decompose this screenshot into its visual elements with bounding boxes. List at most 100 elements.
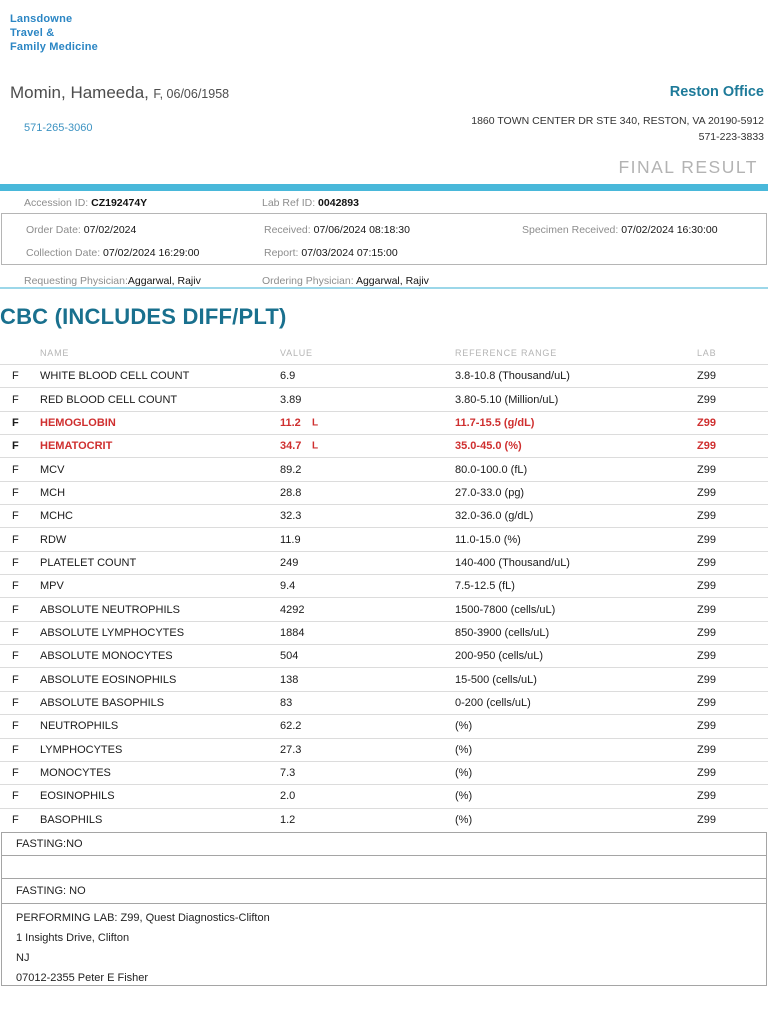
final-flag: F bbox=[12, 650, 19, 663]
lab-code: Z99 bbox=[697, 370, 716, 383]
results-table: NAME VALUE REFERENCE RANGE LAB F WHITE B… bbox=[0, 342, 768, 831]
lab-code: Z99 bbox=[697, 790, 716, 803]
test-value: 1884 bbox=[280, 626, 305, 639]
test-value: 62.2 bbox=[280, 720, 302, 733]
patient-header: Momin, Hameeda, F, 06/06/1958 bbox=[10, 83, 229, 103]
reference-range: (%) bbox=[455, 790, 473, 803]
office-block: Reston Office 1860 TOWN CENTER DR STE 34… bbox=[471, 84, 764, 143]
reference-range: 140-400 (Thousand/uL) bbox=[455, 556, 570, 569]
order-date-value: 07/02/2024 bbox=[83, 224, 137, 236]
logo-line-1: Lansdowne bbox=[10, 13, 73, 25]
lab-code: Z99 bbox=[697, 580, 716, 593]
collection-date: Collection Date: 07/02/2024 16:29:00 bbox=[26, 247, 199, 259]
order-date: Order Date: 07/02/2024 bbox=[26, 224, 136, 236]
lab-code: Z99 bbox=[697, 720, 716, 733]
ordering-physician: Ordering Physician: Aggarwal, Rajiv bbox=[262, 275, 429, 287]
table-row: F RED BLOOD CELL COUNT 3.89 3.80-5.10 (M… bbox=[0, 387, 768, 410]
col-header-range: REFERENCE RANGE bbox=[455, 348, 558, 358]
lab-code: Z99 bbox=[697, 767, 716, 780]
test-value: 32.3 bbox=[280, 510, 302, 523]
collection-date-value: 07/02/2024 16:29:00 bbox=[103, 247, 200, 259]
order-details-row-1: Order Date: 07/02/2024 Received: 07/06/2… bbox=[2, 221, 766, 236]
table-row: F RDW 11.9 11.0-15.0 (%) Z99 bbox=[0, 527, 768, 550]
results-header: NAME VALUE REFERENCE RANGE LAB bbox=[0, 342, 768, 364]
test-value: 89.2 bbox=[280, 463, 302, 476]
lab-code: Z99 bbox=[697, 486, 716, 499]
lab-code: Z99 bbox=[697, 626, 716, 639]
performing-lab-box: PERFORMING LAB: Z99, Quest Diagnostics-C… bbox=[1, 903, 767, 986]
test-name: HEMOGLOBIN bbox=[40, 416, 116, 429]
accession-id-value: CZ192474Y bbox=[91, 197, 148, 209]
performing-lab-line-3: NJ bbox=[16, 952, 30, 964]
test-name: ABSOLUTE LYMPHOCYTES bbox=[40, 626, 185, 639]
reference-range: 3.80-5.10 (Million/uL) bbox=[455, 393, 559, 406]
order-date-label: Order Date: bbox=[26, 224, 81, 236]
final-flag: F bbox=[12, 510, 19, 523]
table-row: F ABSOLUTE MONOCYTES 504 200-950 (cells/… bbox=[0, 644, 768, 667]
logo-line-3: Family Medicine bbox=[10, 41, 98, 53]
test-name: MCV bbox=[40, 463, 65, 476]
reference-range: (%) bbox=[455, 743, 473, 756]
table-row: F HEMOGLOBIN 11.2 L 11.7-15.5 (g/dL) Z99 bbox=[0, 410, 768, 434]
divider-bar bbox=[0, 184, 768, 191]
lab-code: Z99 bbox=[697, 673, 716, 686]
abnormal-flag: L bbox=[312, 417, 319, 429]
lab-code: Z99 bbox=[697, 556, 716, 569]
abnormal-flag: L bbox=[312, 440, 319, 452]
table-row: F ABSOLUTE EOSINOPHILS 138 15-500 (cells… bbox=[0, 667, 768, 690]
test-value: 504 bbox=[280, 650, 299, 663]
reference-range: 1500-7800 (cells/uL) bbox=[455, 603, 556, 616]
result-status: FINAL RESULT bbox=[618, 157, 758, 177]
reference-range: 32.0-36.0 (g/dL) bbox=[455, 510, 534, 523]
final-flag: F bbox=[12, 416, 19, 429]
reference-range: 11.0-15.0 (%) bbox=[455, 533, 521, 546]
final-flag: F bbox=[12, 767, 19, 780]
test-name: ABSOLUTE BASOPHILS bbox=[40, 696, 165, 709]
performing-lab-line-2: 1 Insights Drive, Clifton bbox=[16, 932, 130, 944]
requesting-physician-label: Requesting Physician: bbox=[24, 275, 128, 287]
physicians-row: Requesting Physician:Aggarwal, Rajiv Ord… bbox=[0, 272, 768, 288]
patient-phone: 571-265-3060 bbox=[24, 122, 93, 134]
test-value: 34.7 bbox=[280, 440, 302, 453]
fasting-note-box-2: FASTING: NO bbox=[1, 878, 767, 904]
table-row: F ABSOLUTE LYMPHOCYTES 1884 850-3900 (ce… bbox=[0, 620, 768, 644]
lab-code: Z99 bbox=[697, 440, 716, 453]
table-row: F BASOPHILS 1.2 (%) Z99 bbox=[0, 807, 768, 831]
patient-name: Momin, Hameeda, bbox=[10, 83, 149, 102]
final-flag: F bbox=[12, 533, 19, 546]
accession-row: Accession ID: CZ192474Y Lab Ref ID: 0042… bbox=[0, 194, 768, 212]
table-row: F EOSINOPHILS 2.0 (%) Z99 bbox=[0, 784, 768, 807]
office-address: 1860 TOWN CENTER DR STE 340, RESTON, VA … bbox=[471, 115, 764, 127]
test-value: 27.3 bbox=[280, 743, 302, 756]
test-value: 4292 bbox=[280, 603, 305, 616]
test-value: 138 bbox=[280, 673, 299, 686]
reference-range: (%) bbox=[455, 720, 473, 733]
received-label: Received: bbox=[264, 224, 311, 236]
final-flag: F bbox=[12, 486, 19, 499]
table-row: F MPV 9.4 7.5-12.5 (fL) Z99 bbox=[0, 574, 768, 597]
final-flag: F bbox=[12, 673, 19, 686]
requesting-physician-value: Aggarwal, Rajiv bbox=[127, 275, 201, 287]
patient-demographics: F, 06/06/1958 bbox=[153, 87, 230, 101]
lab-code: Z99 bbox=[697, 603, 716, 616]
clinic-logo: Lansdowne Travel & Family Medicine bbox=[10, 12, 98, 54]
final-flag: F bbox=[12, 603, 19, 616]
test-value: 7.3 bbox=[280, 767, 296, 780]
lab-code: Z99 bbox=[697, 416, 716, 429]
test-value: 3.89 bbox=[280, 393, 302, 406]
final-flag: F bbox=[12, 370, 19, 383]
test-value: 11.9 bbox=[280, 533, 301, 546]
accession-id: Accession ID: CZ192474Y bbox=[24, 197, 147, 209]
reference-range: 850-3900 (cells/uL) bbox=[455, 626, 550, 639]
test-value: 11.2 bbox=[280, 416, 301, 429]
received-value: 07/06/2024 08:18:30 bbox=[313, 224, 410, 236]
final-flag: F bbox=[12, 720, 19, 733]
report-date: Report: 07/03/2024 07:15:00 bbox=[264, 247, 398, 259]
table-row: F LYMPHOCYTES 27.3 (%) Z99 bbox=[0, 737, 768, 761]
final-flag: F bbox=[12, 790, 19, 803]
lab-ref-id-value: 0042893 bbox=[318, 197, 359, 209]
test-name: PLATELET COUNT bbox=[40, 556, 137, 569]
report-date-label: Report: bbox=[264, 247, 299, 259]
table-row: F NEUTROPHILS 62.2 (%) Z99 bbox=[0, 714, 768, 737]
ordering-physician-value: Aggarwal, Rajiv bbox=[355, 275, 429, 287]
